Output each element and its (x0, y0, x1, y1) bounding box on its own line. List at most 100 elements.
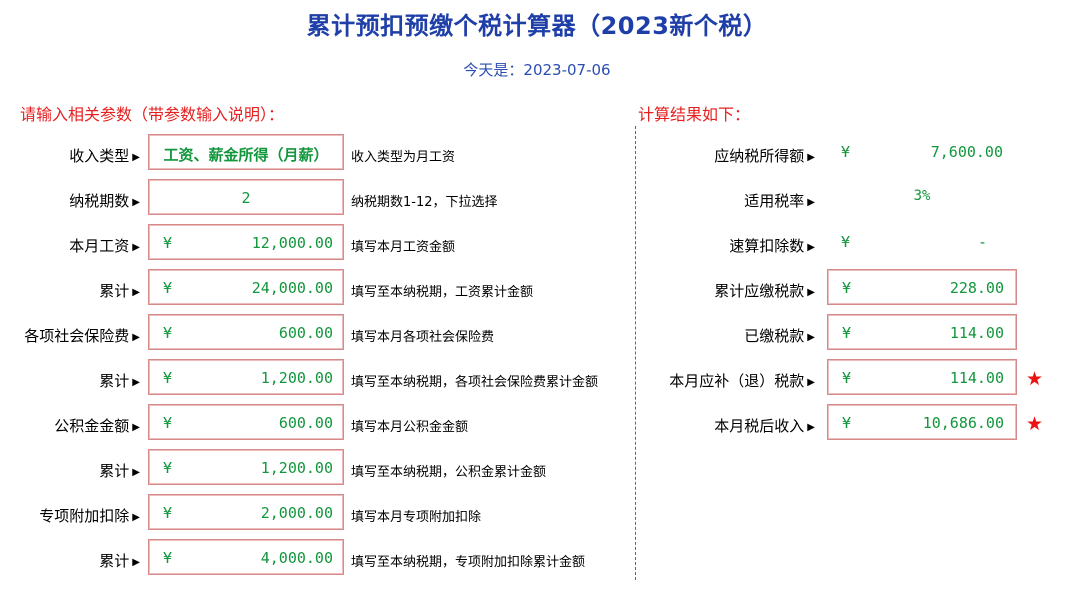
housing-fund-cumulative-label: 累计 ▶ (99, 462, 140, 480)
special-deduction-description: 填写本月专项附加扣除 (351, 510, 482, 525)
special-deduction-cumulative-description: 填写至本纳税期，专项附加扣除累计金额 (351, 555, 586, 570)
income-type-value: 工资、薪金所得（月薪） (163, 146, 329, 164)
after-tax-income-label: 本月税后收入 ▶ (714, 417, 815, 435)
special-deduction-field[interactable]: ¥ 2,000.00 (148, 494, 344, 530)
housing-fund-cumulative-field[interactable]: ¥ 1,200.00 (148, 449, 344, 485)
result-row-after-tax-income: 本月税后收入 ▶ ¥ 10,686.00 ★ (640, 404, 1074, 444)
monthly-salary-description: 填写本月工资金额 (351, 240, 456, 255)
yen-icon: ¥ (841, 143, 851, 161)
yen-icon: ¥ (842, 279, 852, 297)
result-row-monthly-tax-payable: 本月应补（退）税款 ▶ ¥ 114.00 ★ (640, 359, 1074, 399)
triangle-right-icon: ▶ (132, 557, 140, 568)
triangle-right-icon: ▶ (132, 467, 140, 478)
taxable-income-label: 应纳税所得额 ▶ (714, 147, 815, 165)
special-deduction-label: 专项附加扣除 ▶ (39, 507, 140, 525)
triangle-right-icon: ▶ (132, 152, 140, 163)
after-tax-income-value: 10,686.00 (922, 414, 1004, 432)
special-deduction-cumulative-field[interactable]: ¥ 4,000.00 (148, 539, 344, 575)
tax-periods-description: 纳税期数1-12，下拉选择 (351, 195, 498, 210)
result-row-tax-paid: 已缴税款 ▶ ¥ 114.00 (640, 314, 1074, 354)
yen-icon: ¥ (163, 414, 173, 432)
input-row-salary-cumulative: 累计 ▶ ¥ 24,000.00 填写至本纳税期，工资累计金额 (0, 269, 640, 309)
cumulative-tax-due-label: 累计应缴税款 ▶ (714, 282, 815, 300)
tax-rate-value: 3% (913, 188, 931, 204)
page-title: 累计预扣预缴个税计算器（2023新个税） (306, 12, 768, 40)
social-insurance-cumulative-value: 1,200.00 (260, 369, 333, 387)
special-deduction-value: 2,000.00 (260, 504, 333, 522)
salary-cumulative-field[interactable]: ¥ 24,000.00 (148, 269, 344, 305)
cumulative-tax-due-output: ¥ 228.00 (827, 269, 1017, 305)
social-insurance-cumulative-label: 累计 ▶ (99, 372, 140, 390)
tax-periods-select[interactable]: 2 (148, 179, 344, 215)
triangle-right-icon: ▶ (807, 422, 815, 433)
result-row-quick-deduction: 速算扣除数 ▶ ¥ - (640, 224, 1074, 264)
triangle-right-icon: ▶ (807, 242, 815, 253)
triangle-right-icon: ▶ (132, 512, 140, 523)
triangle-right-icon: ▶ (132, 197, 140, 208)
housing-fund-field[interactable]: ¥ 600.00 (148, 404, 344, 440)
monthly-salary-value: 12,000.00 (251, 234, 333, 252)
yen-icon: ¥ (842, 369, 852, 387)
income-type-select[interactable]: 工资、薪金所得（月薪） (148, 134, 344, 170)
housing-fund-value: 600.00 (278, 414, 333, 432)
yen-icon: ¥ (842, 324, 852, 342)
special-deduction-cumulative-value: 4,000.00 (260, 549, 333, 567)
yen-icon: ¥ (163, 549, 173, 567)
tax-rate-output: 3% (827, 179, 1017, 215)
result-row-taxable-income: 应纳税所得额 ▶ ¥ 7,600.00 (640, 134, 1074, 174)
input-row-social-insurance: 各项社会保险费 ▶ ¥ 600.00 填写本月各项社会保险费 (0, 314, 640, 354)
salary-cumulative-value: 24,000.00 (251, 279, 333, 297)
result-row-tax-rate: 适用税率 ▶ 3% (640, 179, 1074, 219)
yen-icon: ¥ (163, 234, 173, 252)
monthly-salary-label: 本月工资 ▶ (69, 237, 140, 255)
social-insurance-label: 各项社会保险费 ▶ (24, 327, 140, 345)
monthly-salary-field[interactable]: ¥ 12,000.00 (148, 224, 344, 260)
star-icon: ★ (1026, 368, 1044, 390)
quick-deduction-label: 速算扣除数 ▶ (729, 237, 815, 255)
taxable-income-output: ¥ 7,600.00 (827, 134, 1017, 170)
social-insurance-value: 600.00 (278, 324, 333, 342)
cumulative-tax-due-value: 228.00 (949, 279, 1004, 297)
input-row-monthly-salary: 本月工资 ▶ ¥ 12,000.00 填写本月工资金额 (0, 224, 640, 264)
yen-icon: ¥ (163, 504, 173, 522)
social-insurance-cumulative-description: 填写至本纳税期，各项社会保险费累计金额 (351, 375, 599, 390)
result-section-label: 计算结果如下： (638, 105, 751, 124)
housing-fund-cumulative-value: 1,200.00 (260, 459, 333, 477)
tax-paid-label: 已缴税款 ▶ (744, 327, 815, 345)
salary-cumulative-label: 累计 ▶ (99, 282, 140, 300)
social-insurance-cumulative-field[interactable]: ¥ 1,200.00 (148, 359, 344, 395)
triangle-right-icon: ▶ (132, 287, 140, 298)
current-date: 今天是：2023-07-06 (463, 61, 611, 79)
quick-deduction-output: ¥ - (827, 224, 1017, 260)
input-row-social-insurance-cumulative: 累计 ▶ ¥ 1,200.00 填写至本纳税期，各项社会保险费累计金额 (0, 359, 640, 399)
social-insurance-description: 填写本月各项社会保险费 (351, 330, 495, 345)
triangle-right-icon: ▶ (807, 152, 815, 163)
monthly-tax-payable-output: ¥ 114.00 (827, 359, 1017, 395)
triangle-right-icon: ▶ (132, 377, 140, 388)
yen-icon: ¥ (163, 324, 173, 342)
input-row-income-type: 收入类型 ▶ 工资、薪金所得（月薪） 收入类型为月工资 (0, 134, 640, 174)
income-type-description: 收入类型为月工资 (351, 150, 456, 165)
special-deduction-cumulative-label: 累计 ▶ (99, 552, 140, 570)
social-insurance-field[interactable]: ¥ 600.00 (148, 314, 344, 350)
housing-fund-cumulative-description: 填写至本纳税期，公积金累计金额 (351, 465, 547, 480)
tax-paid-output: ¥ 114.00 (827, 314, 1017, 350)
triangle-right-icon: ▶ (132, 422, 140, 433)
star-icon: ★ (1026, 413, 1044, 435)
monthly-tax-payable-label: 本月应补（退）税款 ▶ (669, 372, 815, 390)
monthly-tax-payable-value: 114.00 (949, 369, 1004, 387)
input-row-special-deduction-cumulative: 累计 ▶ ¥ 4,000.00 填写至本纳税期，专项附加扣除累计金额 (0, 539, 640, 579)
tax-rate-label: 适用税率 ▶ (744, 192, 815, 210)
yen-icon: ¥ (163, 279, 173, 297)
triangle-right-icon: ▶ (807, 197, 815, 208)
input-row-tax-periods: 纳税期数 ▶ 2 纳税期数1-12，下拉选择 (0, 179, 640, 219)
triangle-right-icon: ▶ (807, 377, 815, 388)
triangle-right-icon: ▶ (132, 242, 140, 253)
tax-paid-value: 114.00 (949, 324, 1004, 342)
housing-fund-description: 填写本月公积金金额 (351, 420, 469, 435)
salary-cumulative-description: 填写至本纳税期，工资累计金额 (351, 285, 534, 300)
yen-icon: ¥ (841, 233, 851, 251)
taxable-income-value: 7,600.00 (930, 143, 1003, 161)
triangle-right-icon: ▶ (132, 332, 140, 343)
input-row-special-deduction: 专项附加扣除 ▶ ¥ 2,000.00 填写本月专项附加扣除 (0, 494, 640, 534)
